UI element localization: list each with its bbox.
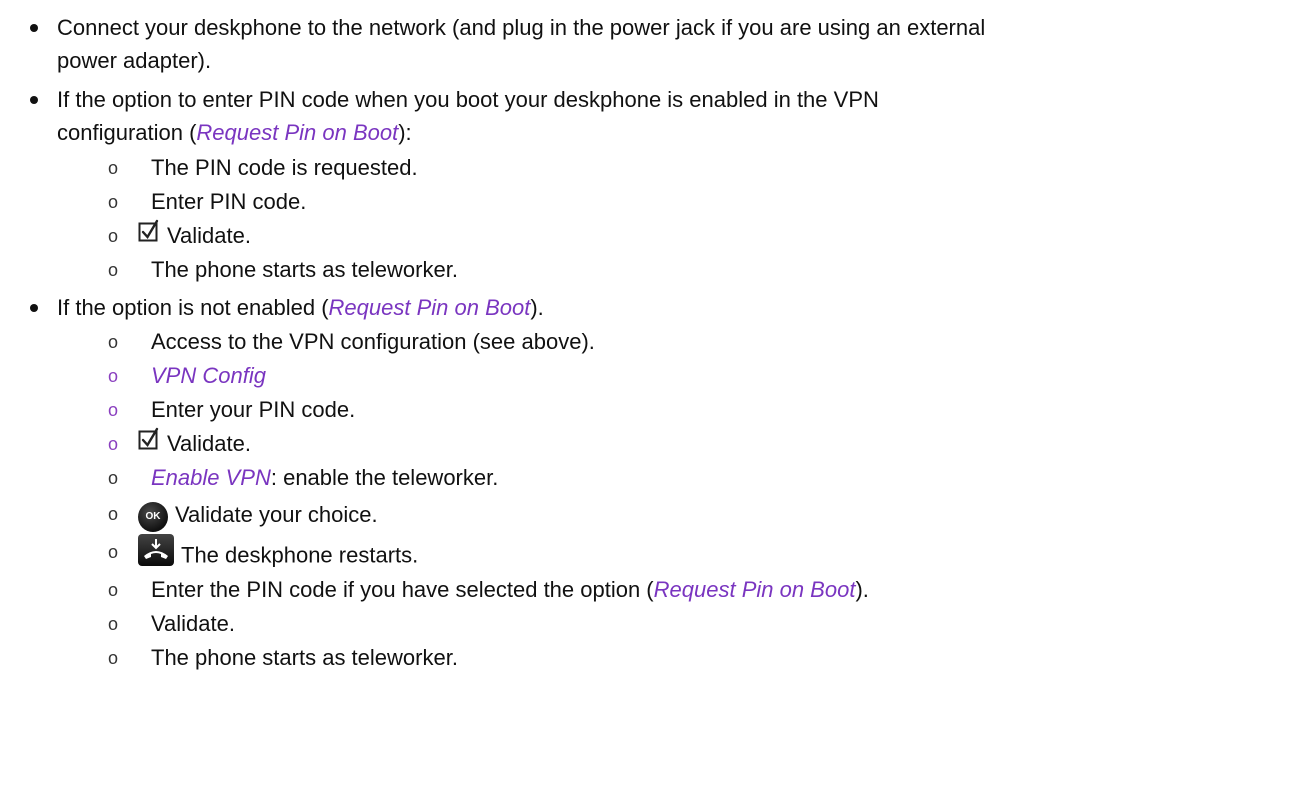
list-item-text: power adapter). [57,48,212,73]
emphasis-label: Request Pin on Boot [653,577,856,602]
sub-list-item-text: Validate. [138,427,251,462]
sub-list-item-text: Validate. [138,219,251,254]
sub-list-item-text: The PIN code is requested. [151,155,418,180]
ok-key-icon: OK [138,496,168,532]
list-item-text: Connect your deskphone to the network (a… [57,15,986,40]
emphasis-label: Request Pin on Boot [328,295,531,320]
sub-list-item-text: Access to the VPN configuration (see abo… [151,329,595,354]
sub-bullet-marker: o [108,542,119,562]
sub-bullet-marker: o [108,614,119,634]
sub-bullet-marker: o [108,366,119,386]
sub-bullet-marker: o [108,192,119,212]
emphasis-label: Request Pin on Boot [196,120,399,145]
sub-bullet-marker: o [108,332,119,352]
bullet-marker [30,24,38,32]
sub-list-item-text: Validate. [151,611,235,636]
sub-bullet-marker: o [108,648,119,668]
sub-list-item-text: Enter the PIN code if you have selected … [151,577,869,602]
emphasis-label: Enable VPN [151,465,271,490]
bullet-marker [30,304,38,312]
sub-bullet-marker: o [108,434,119,454]
sub-list-item-text: The deskphone restarts. [138,534,418,577]
sub-list-item-text: Enable VPN: enable the teleworker. [151,465,499,490]
sub-bullet-marker: o [108,400,119,420]
list-item-text: configuration (Request Pin on Boot): [57,120,412,145]
list-item-text: If the option to enter PIN code when you… [57,87,879,112]
sub-list-item-text: Enter PIN code. [151,189,307,214]
checkbox-checked-icon [138,219,160,252]
sub-bullet-marker: o [108,158,119,178]
sub-list-item-text: The phone starts as teleworker. [151,257,458,282]
sub-bullet-marker: o [108,468,119,488]
hangup-key-icon [138,534,174,575]
sub-list-item-text: The phone starts as teleworker. [151,645,458,670]
sub-bullet-marker: o [108,226,119,246]
sub-list-item-text: OK Validate your choice. [138,498,378,534]
sub-bullet-marker: o [108,580,119,600]
list-item-text: If the option is not enabled (Request Pi… [57,295,544,320]
emphasis-label: VPN Config [151,363,266,388]
checkbox-checked-icon [138,427,160,460]
sub-bullet-marker: o [108,504,119,524]
bullet-marker [30,96,38,104]
sub-list-item-text: Enter your PIN code. [151,397,356,422]
sub-bullet-marker: o [108,260,119,280]
